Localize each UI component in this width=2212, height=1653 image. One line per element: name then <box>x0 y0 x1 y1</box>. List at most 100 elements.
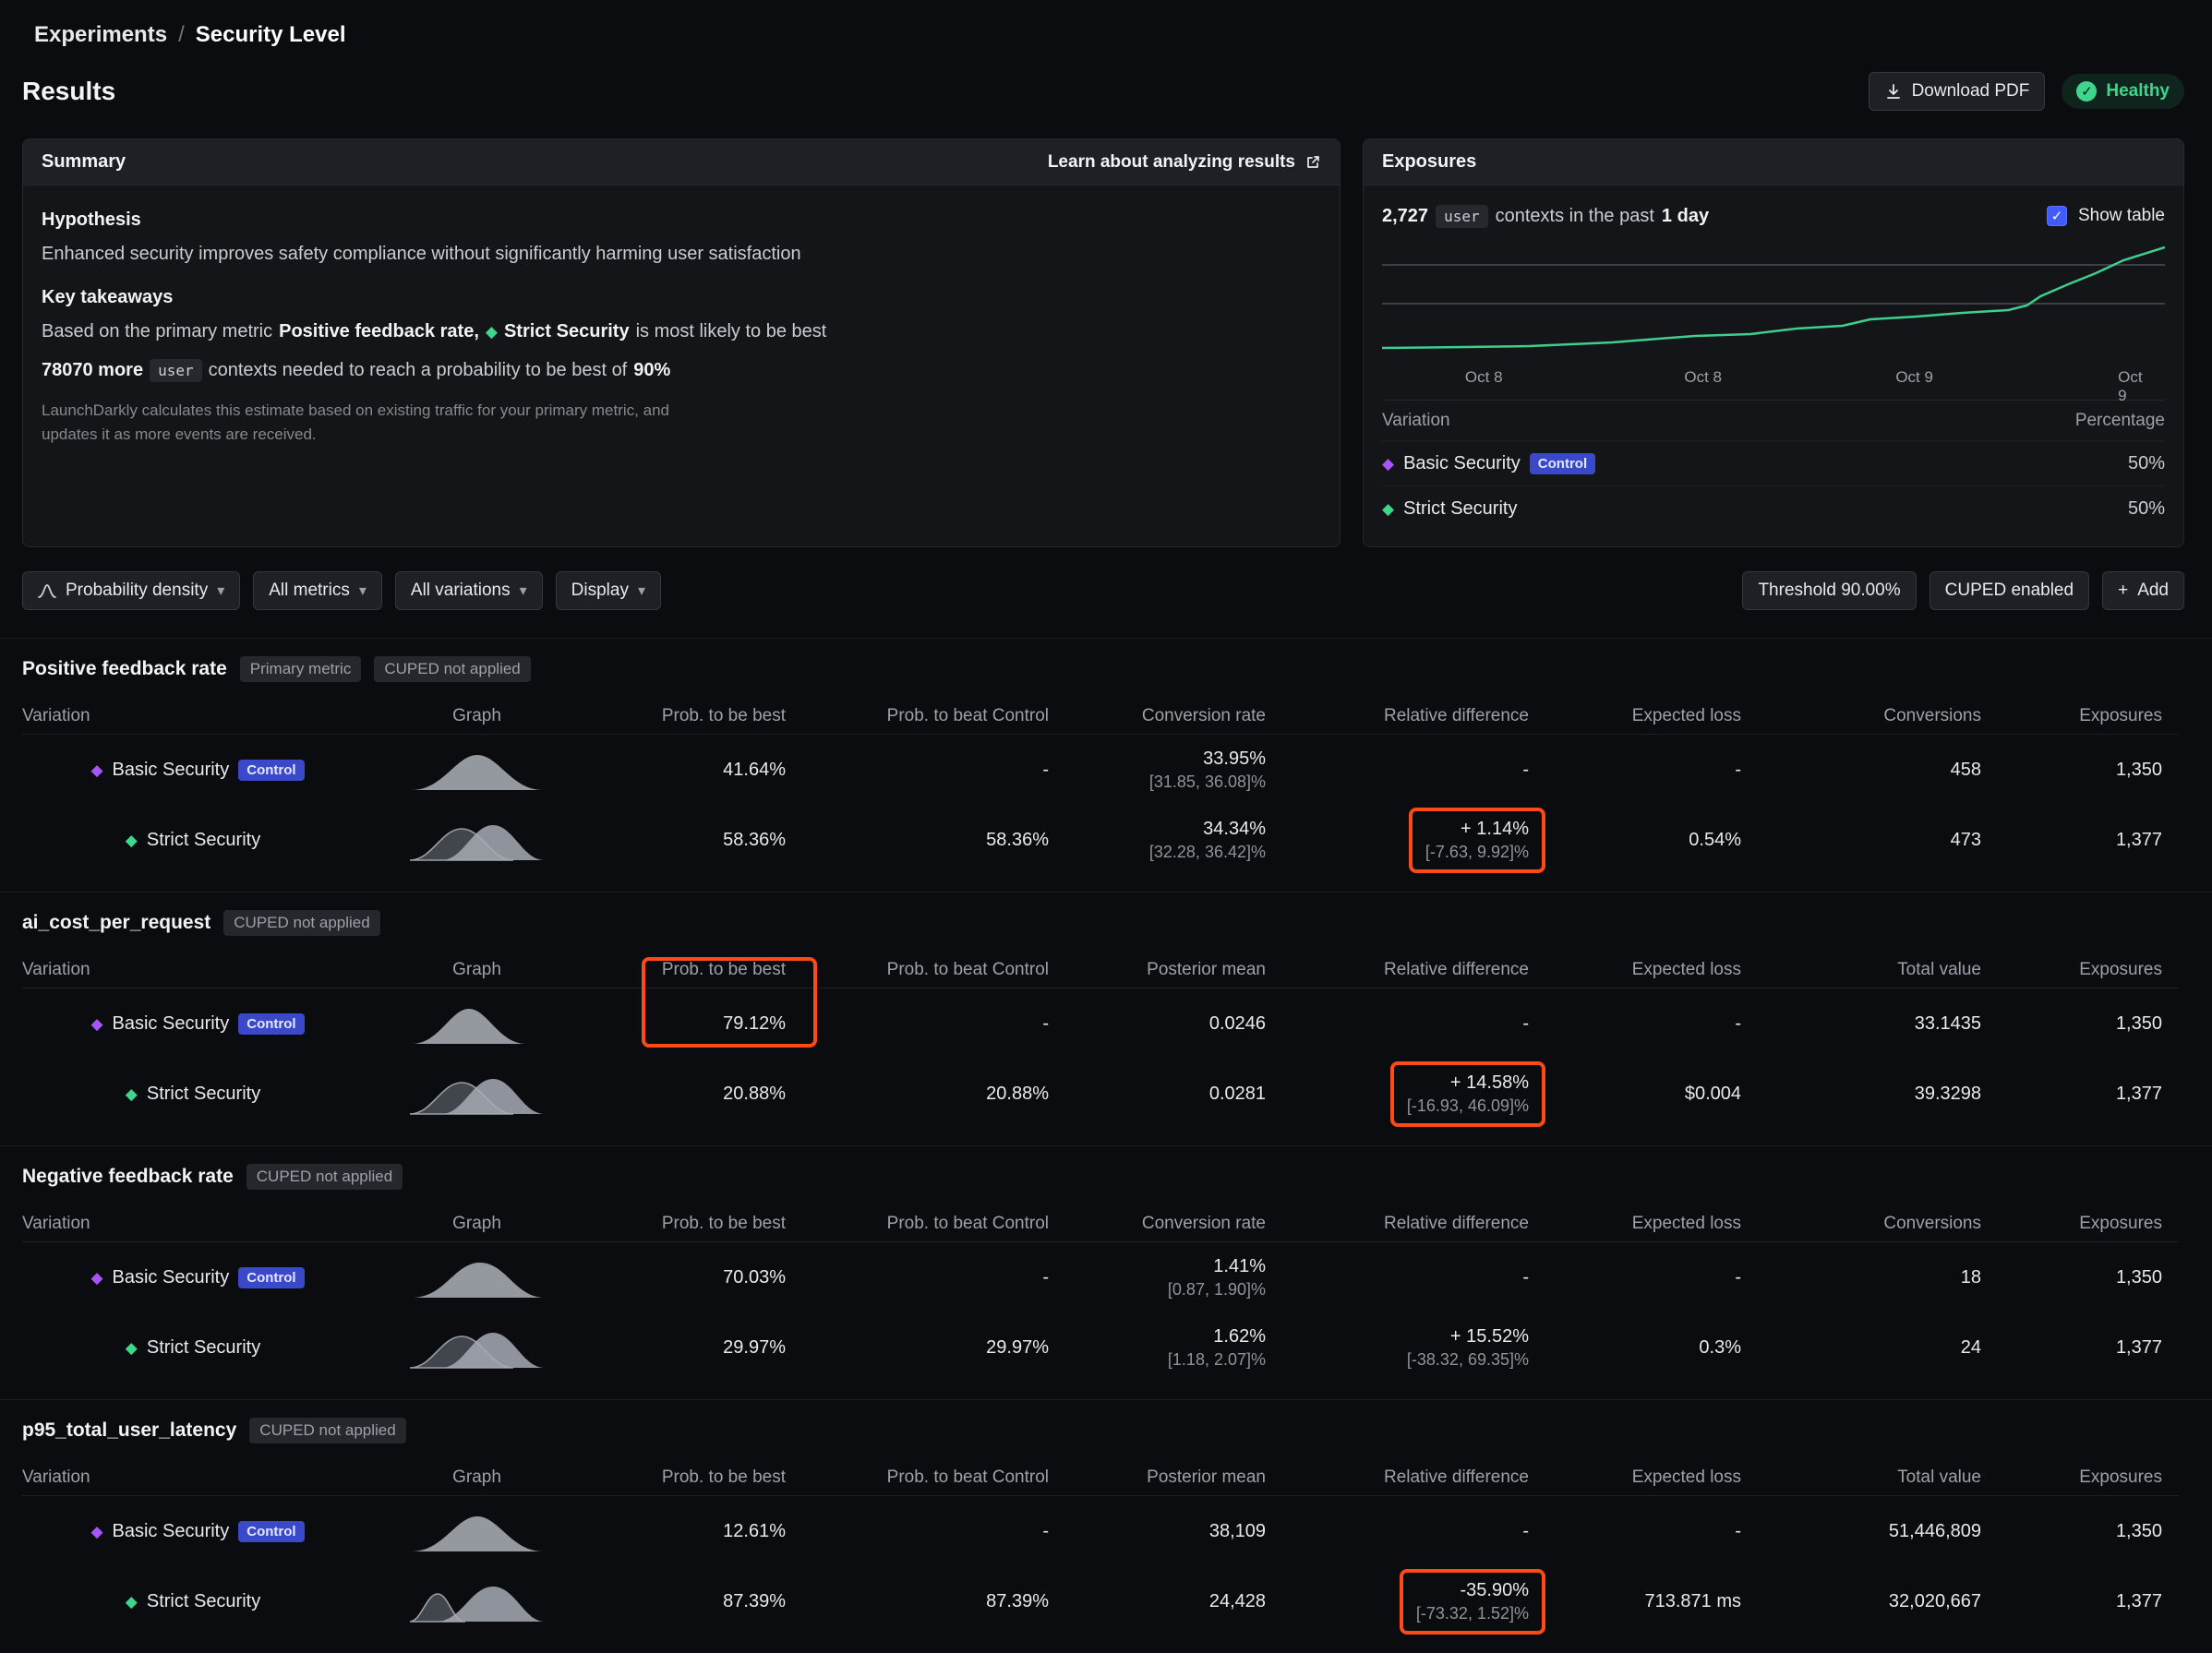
relative-difference-highlighted: + 14.58%[-16.93, 46.09]% <box>1282 1059 1545 1129</box>
variation-diamond-icon: ◆ <box>486 324 498 340</box>
health-check-icon: ✓ <box>2076 81 2097 102</box>
chevron-down-icon: ▾ <box>217 581 224 600</box>
plus-icon: + <box>2118 581 2128 601</box>
breadcrumb-experiments[interactable]: Experiments <box>34 22 167 48</box>
cuped-badge: CUPED not applied <box>246 1164 403 1190</box>
control-badge: Control <box>238 760 304 781</box>
distribution-graph <box>373 1242 581 1312</box>
variation-diamond-icon: ◆ <box>126 832 138 848</box>
cuped-badge: CUPED not applied <box>223 910 379 936</box>
table-row-variation: ◆ Basic Security Control <box>22 988 373 1059</box>
distribution-graph <box>373 1496 581 1566</box>
status-badge: ✓ Healthy <box>2062 74 2184 109</box>
learn-about-results-link[interactable]: Learn about analyzing results <box>1048 152 1321 173</box>
relative-difference-highlighted: -35.90%[-73.32, 1.52]% <box>1282 1566 1545 1636</box>
control-badge: Control <box>238 1013 304 1035</box>
cuped-badge: CUPED not applied <box>374 656 530 682</box>
download-icon <box>1884 82 1903 101</box>
breadcrumb-current-page: Security Level <box>196 22 346 48</box>
chevron-down-icon: ▾ <box>520 581 527 600</box>
variation-diamond-icon: ◆ <box>126 1086 138 1102</box>
takeaway-primary-metric: Based on the primary metric Positive fee… <box>42 321 1321 342</box>
distribution-graph <box>373 805 581 875</box>
distribution-graph <box>373 1566 581 1636</box>
variation-diamond-icon: ◆ <box>90 1270 102 1286</box>
variation-diamond-icon: ◆ <box>126 1594 138 1610</box>
metric-table: Variation Graph Prob. to be best Prob. t… <box>22 952 2184 1129</box>
exposures-row-basic-security: ◆ Basic Security Control 50% <box>1382 440 2165 485</box>
show-table-checkbox[interactable]: ✓ <box>2047 206 2067 226</box>
exposures-line-chart <box>1382 245 2165 365</box>
key-takeaways-label: Key takeaways <box>42 287 1321 308</box>
distribution-graph <box>373 1312 581 1383</box>
cuped-badge: CUPED not applied <box>249 1418 405 1443</box>
exposures-x-axis: Oct 8 Oct 8 Oct 9 Oct 9 <box>1382 368 2165 392</box>
table-row-variation: ◆ Basic Security Control <box>22 1496 373 1566</box>
chart-type-dropdown[interactable]: Probability density ▾ <box>22 571 240 610</box>
metric-title: ai_cost_per_request <box>22 912 210 934</box>
table-row-variation: ◆ Basic Security Control <box>22 735 373 805</box>
threshold-button[interactable]: Threshold 90.00% <box>1742 571 1916 610</box>
variation-diamond-icon: ◆ <box>90 1524 102 1539</box>
control-badge: Control <box>1530 453 1595 474</box>
metric-title: Positive feedback rate <box>22 658 227 680</box>
variations-filter-dropdown[interactable]: All variations ▾ <box>395 571 543 610</box>
metric-table: Variation Graph Prob. to be best Prob. t… <box>22 698 2184 875</box>
table-row-variation: ◆ Basic Security Control <box>22 1242 373 1312</box>
distribution-graph <box>373 735 581 805</box>
cuped-enabled-button[interactable]: CUPED enabled <box>1929 571 2089 610</box>
metrics-filter-dropdown[interactable]: All metrics ▾ <box>253 571 382 610</box>
table-row-variation: ◆ Strict Security <box>22 1566 373 1636</box>
variation-diamond-icon: ◆ <box>1382 501 1394 517</box>
exposures-card: Exposures 2,727 user contexts in the pas… <box>1363 138 2184 547</box>
distribution-graph <box>373 988 581 1059</box>
exposures-title: Exposures <box>1382 151 1476 173</box>
results-toolbar: Probability density ▾ All metrics ▾ All … <box>22 571 2184 610</box>
metric-section-ai-cost-per-request: ai_cost_per_request CUPED not applied Va… <box>0 892 2212 1145</box>
summary-title: Summary <box>42 151 126 173</box>
exposures-count-row: 2,727 user contexts in the past 1 day ✓ … <box>1382 200 2165 232</box>
control-badge: Control <box>238 1267 304 1288</box>
exposures-row-strict-security: ◆ Strict Security 50% <box>1382 485 2165 531</box>
results-header: Results Download PDF ✓ Healthy <box>22 72 2184 111</box>
download-pdf-button[interactable]: Download PDF <box>1869 72 2046 111</box>
metric-section-negative-feedback-rate: Negative feedback rate CUPED not applied… <box>0 1145 2212 1399</box>
density-curve-icon <box>38 583 56 598</box>
metric-section-p95-total-user-latency: p95_total_user_latency CUPED not applied… <box>0 1399 2212 1653</box>
health-status-label: Healthy <box>2106 81 2170 102</box>
primary-metric-badge: Primary metric <box>240 656 362 682</box>
variation-diamond-icon: ◆ <box>90 1016 102 1032</box>
add-button[interactable]: + Add <box>2102 571 2184 610</box>
metric-table: Variation Graph Prob. to be best Prob. t… <box>22 1205 2184 1383</box>
takeaway-sample-size: 78070 more user contexts needed to reach… <box>42 359 1321 382</box>
summary-card: Summary Learn about analyzing results Hy… <box>22 138 1340 547</box>
control-badge: Control <box>238 1521 304 1542</box>
display-dropdown[interactable]: Display ▾ <box>556 571 661 610</box>
chevron-down-icon: ▾ <box>638 581 645 600</box>
download-pdf-label: Download PDF <box>1912 81 2030 102</box>
table-row-variation: ◆ Strict Security <box>22 1059 373 1129</box>
context-kind-chip: user <box>150 359 202 382</box>
table-row-variation: ◆ Strict Security <box>22 805 373 875</box>
breadcrumb-separator: / <box>178 22 185 48</box>
metric-table: Variation Graph Prob. to be best Prob. t… <box>22 1459 2184 1636</box>
metric-title: p95_total_user_latency <box>22 1419 236 1442</box>
breadcrumb: Experiments / Security Level <box>34 22 2184 48</box>
external-link-icon <box>1304 154 1321 171</box>
variation-diamond-icon: ◆ <box>126 1340 138 1356</box>
variation-diamond-icon: ◆ <box>1382 456 1394 472</box>
chevron-down-icon: ▾ <box>359 581 367 600</box>
variation-diamond-icon: ◆ <box>90 762 102 778</box>
exposures-table-header: Variation Percentage <box>1382 400 2165 440</box>
show-table-label: Show table <box>2078 206 2165 226</box>
hypothesis-text: Enhanced security improves safety compli… <box>42 244 1321 265</box>
relative-difference-highlighted: + 1.14%[-7.63, 9.92]% <box>1282 805 1545 875</box>
summary-footnote: LaunchDarkly calculates this estimate ba… <box>42 399 1321 448</box>
metric-section-positive-feedback-rate: Positive feedback rate Primary metric CU… <box>0 638 2212 892</box>
distribution-graph <box>373 1059 581 1129</box>
context-kind-chip: user <box>1436 205 1488 228</box>
table-row-variation: ◆ Strict Security <box>22 1312 373 1383</box>
metric-title: Negative feedback rate <box>22 1166 234 1188</box>
hypothesis-label: Hypothesis <box>42 210 1321 231</box>
page-title: Results <box>22 77 115 106</box>
